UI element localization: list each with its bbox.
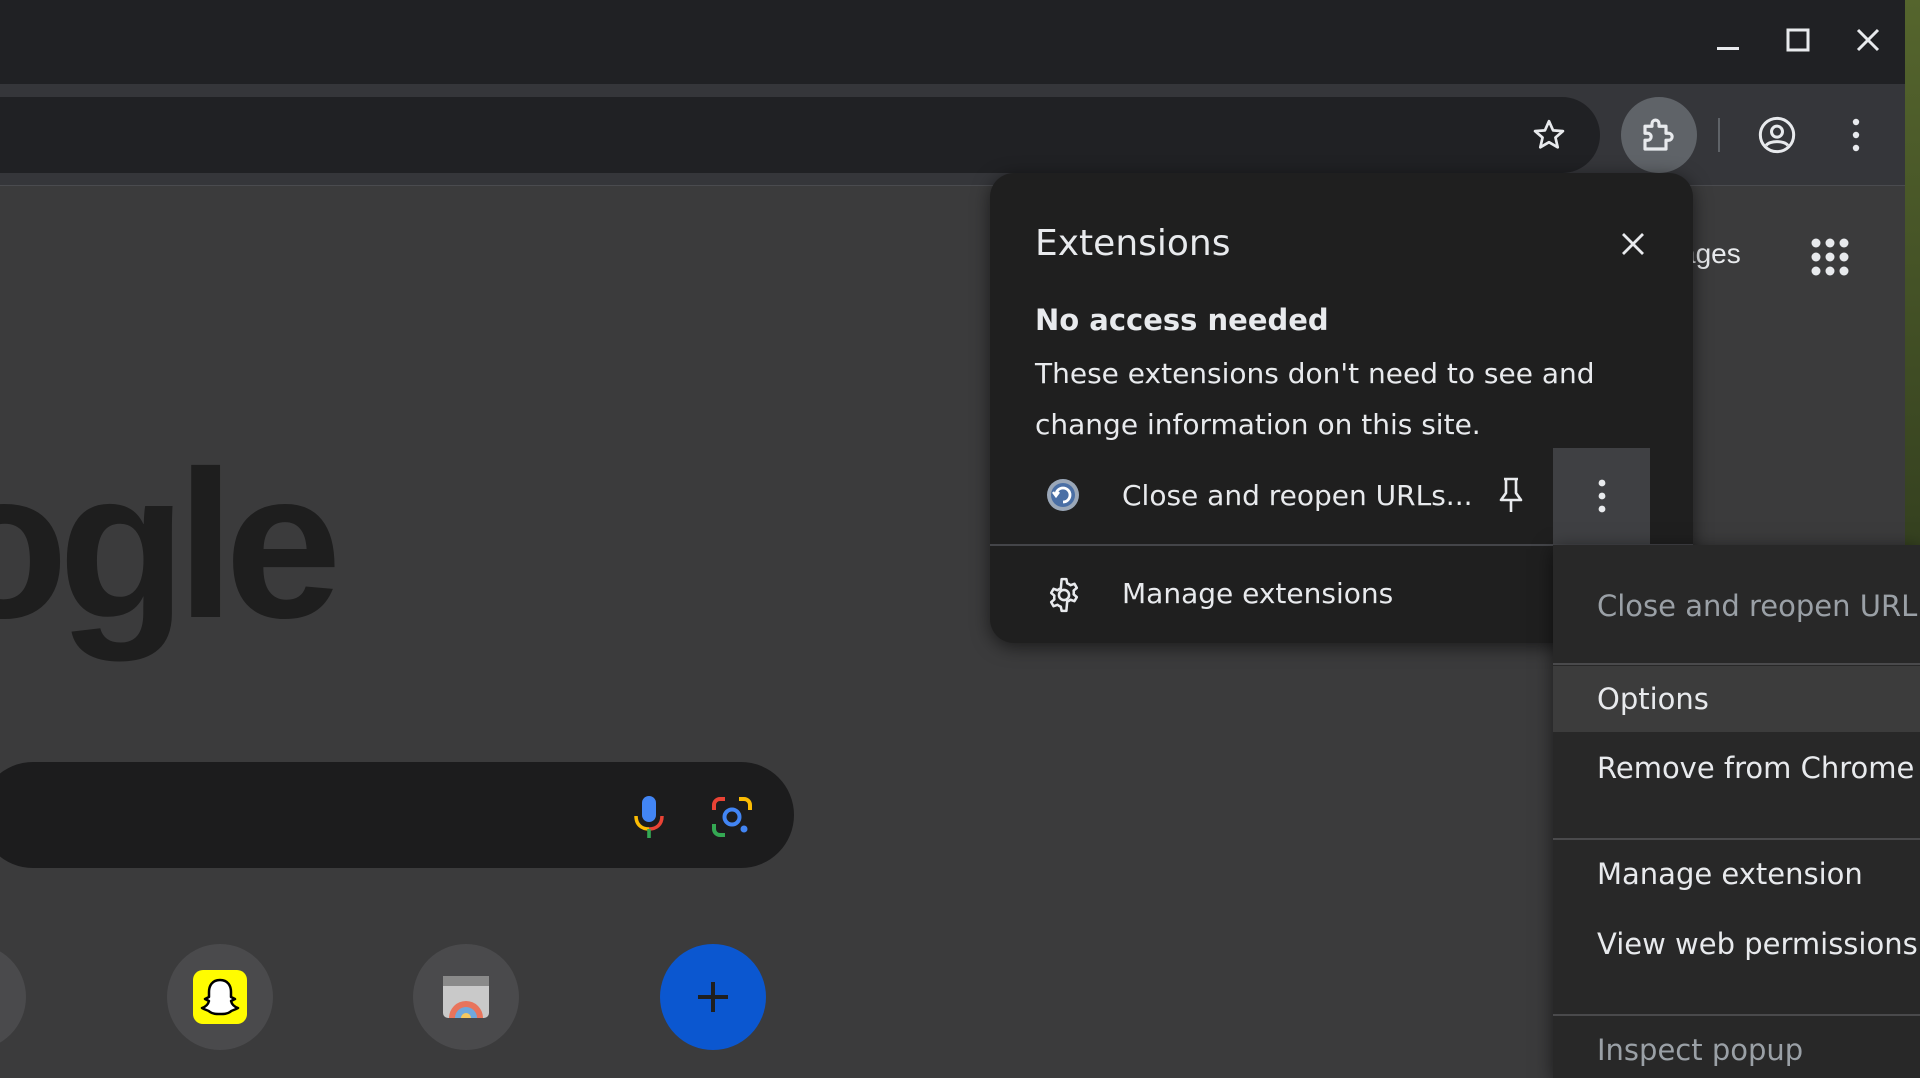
more-actions-button[interactable] bbox=[1553, 448, 1650, 544]
section-description: These extensions don't need to see and c… bbox=[1035, 357, 1595, 441]
microphone-icon[interactable] bbox=[629, 792, 669, 842]
google-logo: ogle bbox=[0, 427, 342, 662]
add-shortcut-icon[interactable] bbox=[660, 944, 766, 1050]
close-icon[interactable] bbox=[1846, 18, 1890, 62]
manage-extensions-link[interactable]: Manage extensions bbox=[1122, 577, 1393, 610]
gear-icon bbox=[1045, 576, 1083, 614]
menu-separator bbox=[1553, 663, 1920, 665]
star-icon[interactable] bbox=[1524, 113, 1574, 157]
pin-icon[interactable] bbox=[1491, 473, 1531, 517]
apps-grid-icon[interactable] bbox=[1810, 237, 1850, 277]
shortcut-partial[interactable] bbox=[0, 944, 26, 1050]
menu-separator bbox=[1553, 838, 1920, 840]
menu-item-manage-extension[interactable]: Manage extension bbox=[1553, 841, 1920, 907]
puzzle-icon[interactable] bbox=[1621, 97, 1697, 173]
address-bar[interactable] bbox=[0, 97, 1600, 173]
maximize-icon[interactable] bbox=[1776, 18, 1820, 62]
account-circle-icon[interactable] bbox=[1752, 110, 1802, 160]
menu-item-remove[interactable]: Remove from Chrome bbox=[1553, 735, 1920, 801]
snapchat-icon[interactable] bbox=[167, 944, 273, 1050]
menu-item-options[interactable]: Options bbox=[1553, 666, 1920, 732]
menu-item-inspect-popup[interactable]: Inspect popup bbox=[1553, 1017, 1920, 1078]
menu-item-view-permissions[interactable]: View web permissions bbox=[1553, 911, 1920, 977]
panel-title: Extensions bbox=[1035, 223, 1231, 264]
close-icon[interactable] bbox=[1610, 221, 1656, 267]
title-bar bbox=[0, 0, 1920, 84]
extension-name: Close and reopen URLs... bbox=[1122, 479, 1473, 512]
minimize-icon[interactable] bbox=[1706, 18, 1750, 62]
refresh-globe-icon bbox=[1045, 477, 1081, 513]
google-lens-icon[interactable] bbox=[710, 795, 754, 839]
app-shortcut-icon[interactable] bbox=[413, 944, 519, 1050]
menu-header: Close and reopen URL bbox=[1597, 589, 1918, 623]
section-heading: No access needed bbox=[1035, 303, 1329, 337]
toolbar-separator bbox=[1718, 118, 1720, 152]
search-box[interactable] bbox=[0, 762, 794, 868]
extension-context-menu: Close and reopen URL Options Remove from… bbox=[1553, 545, 1920, 1078]
menu-separator bbox=[1553, 1014, 1920, 1016]
kebab-menu-icon[interactable] bbox=[1838, 110, 1874, 160]
